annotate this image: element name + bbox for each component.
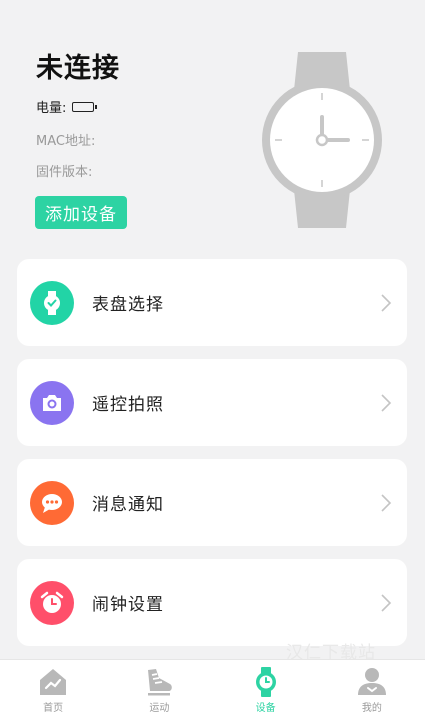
alarm-icon	[30, 580, 74, 625]
menu-item-remote-camera[interactable]: 遥控拍照	[17, 359, 407, 446]
battery-row: 电量:	[36, 97, 98, 116]
chevron-right-icon	[381, 393, 392, 412]
shoe-icon	[148, 669, 173, 696]
camera-icon	[30, 380, 74, 425]
nav-label: 我的	[361, 703, 382, 714]
menu-item-label: 遥控拍照	[92, 395, 164, 415]
nav-label: 设备	[255, 703, 276, 714]
watch-illustration-icon	[262, 52, 382, 228]
home-icon	[40, 669, 67, 695]
user-icon	[357, 668, 386, 695]
chevron-right-icon	[381, 593, 392, 612]
menu-item-label: 闹钟设置	[92, 595, 164, 615]
add-device-button[interactable]: 添加设备	[35, 196, 127, 229]
menu-item-label: 表盘选择	[92, 295, 164, 315]
chevron-right-icon	[381, 293, 392, 312]
watch-face-icon	[30, 280, 74, 325]
nav-item-profile[interactable]: 我的	[319, 660, 425, 720]
mac-address-label: MAC地址:	[36, 134, 96, 149]
message-icon	[30, 480, 74, 525]
menu-item-alarm[interactable]: 闹钟设置	[17, 559, 407, 646]
nav-label: 运动	[149, 703, 170, 714]
nav-item-home[interactable]: 首页	[0, 660, 106, 720]
nav-label: 首页	[43, 703, 64, 714]
menu-item-label: 消息通知	[92, 495, 164, 515]
chevron-right-icon	[381, 493, 392, 512]
device-header: 未连接 电量: MAC地址: 固件版本: 添加设备	[0, 0, 425, 250]
nav-item-device[interactable]: 设备	[213, 660, 319, 720]
bottom-navigation: 首页 运动 设备 我的	[0, 659, 425, 720]
nav-item-sport[interactable]: 运动	[106, 660, 212, 720]
battery-icon	[72, 101, 98, 112]
battery-label: 电量:	[36, 101, 67, 116]
connection-status-title: 未连接	[36, 53, 120, 84]
firmware-version-label: 固件版本:	[36, 165, 93, 180]
menu-item-watch-face[interactable]: 表盘选择	[17, 259, 407, 346]
watch-icon	[255, 667, 276, 697]
menu-item-notifications[interactable]: 消息通知	[17, 459, 407, 546]
